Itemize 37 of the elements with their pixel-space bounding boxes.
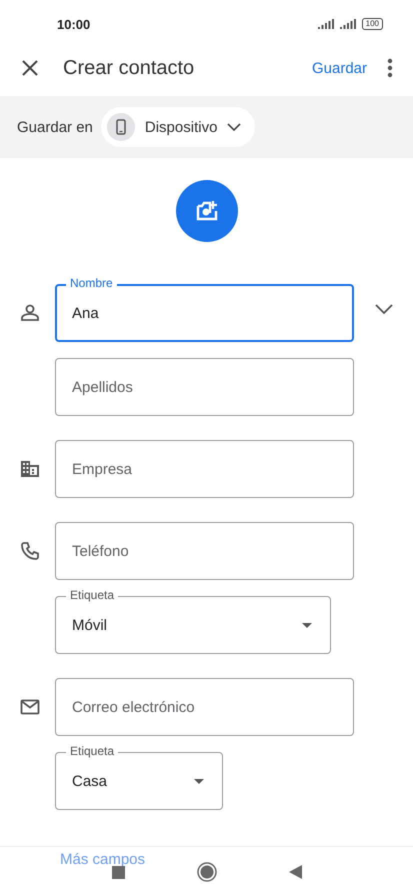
- text-field[interactable]: Empresa: [55, 440, 354, 498]
- dropdown-value: Móvil: [72, 616, 108, 634]
- signal-icon: [340, 19, 356, 29]
- close-icon[interactable]: [21, 59, 39, 77]
- field-value: Ana: [72, 304, 99, 322]
- save-to-label: Guardar en: [17, 118, 93, 136]
- back-icon[interactable]: [288, 865, 302, 879]
- phone-device-icon: [106, 113, 135, 141]
- home-icon[interactable]: [196, 862, 216, 882]
- field-label: Nombre: [66, 276, 117, 290]
- more-options-icon[interactable]: [387, 58, 393, 78]
- field-placeholder: Teléfono: [72, 542, 129, 560]
- dropdown-arrow-icon: [302, 622, 312, 628]
- add-photo-button[interactable]: [176, 180, 238, 242]
- field-placeholder: Apellidos: [72, 378, 133, 396]
- text-field[interactable]: Teléfono: [55, 522, 354, 580]
- field-placeholder: Empresa: [72, 460, 132, 478]
- field-label: Etiqueta: [66, 744, 118, 758]
- account-selector[interactable]: Dispositivo: [100, 107, 256, 147]
- recents-icon[interactable]: [112, 866, 124, 878]
- field-label: Etiqueta: [66, 588, 118, 602]
- field-placeholder: Correo electrónico: [72, 698, 195, 716]
- screen-title: Crear contacto: [63, 56, 196, 80]
- save-button[interactable]: Guardar: [306, 56, 373, 80]
- text-field[interactable]: Apellidos: [55, 358, 354, 416]
- chevron-down-icon: [227, 123, 242, 131]
- dropdown-value: Casa: [72, 772, 108, 790]
- person-icon: [20, 303, 40, 323]
- battery-indicator: 100: [362, 18, 383, 30]
- mail-icon: [20, 697, 40, 717]
- phone-icon: [20, 541, 40, 561]
- signal-icon: [318, 19, 334, 29]
- chevron-down-icon[interactable]: [374, 304, 392, 314]
- status-time: 10:00: [57, 16, 90, 32]
- text-field[interactable]: Correo electrónico: [55, 678, 354, 736]
- building-icon: [20, 459, 40, 479]
- dropdown-arrow-icon: [194, 778, 204, 784]
